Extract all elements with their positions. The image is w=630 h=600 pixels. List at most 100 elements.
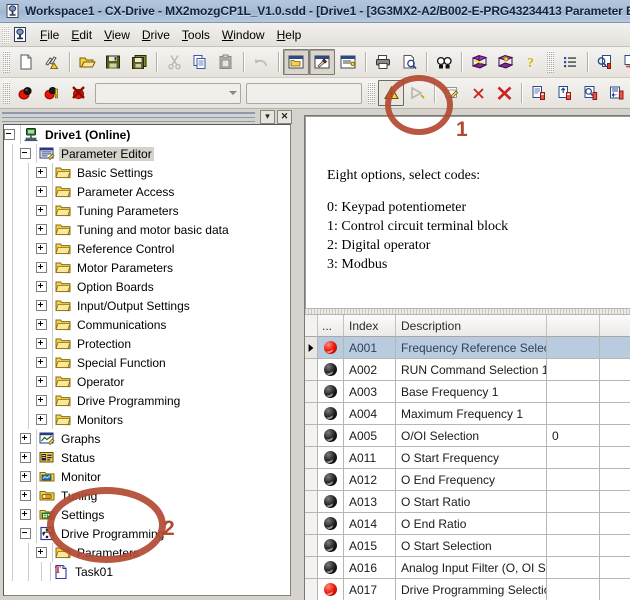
menu-item-view[interactable]: View xyxy=(98,26,136,44)
cell-index[interactable]: A004 xyxy=(344,403,396,425)
tree-node-operator[interactable]: Operator xyxy=(4,372,290,391)
cut-icon[interactable] xyxy=(161,49,187,75)
row-selector[interactable] xyxy=(305,513,318,535)
cell-extra[interactable] xyxy=(600,359,630,381)
print-icon[interactable] xyxy=(370,49,396,75)
tree-node-parameter-editor[interactable]: Parameter Editor xyxy=(4,144,290,163)
extra-toolbar-grip[interactable] xyxy=(547,51,554,73)
table-row[interactable]: A003Base Frequency 1 xyxy=(305,381,630,403)
cell-index[interactable]: A014 xyxy=(344,513,396,535)
dropdown-caption-button[interactable]: ▾ xyxy=(260,110,275,124)
table-row[interactable]: A001Frequency Reference Selection 1 xyxy=(305,337,630,359)
row-status-cell[interactable] xyxy=(318,513,344,535)
edit-row-icon[interactable] xyxy=(439,80,465,106)
row-status-cell[interactable] xyxy=(318,447,344,469)
expand-icon[interactable] xyxy=(36,414,47,425)
cell-value[interactable] xyxy=(547,359,600,381)
row-status-cell[interactable] xyxy=(318,557,344,579)
save-icon[interactable] xyxy=(100,49,126,75)
cell-extra[interactable] xyxy=(600,513,630,535)
grid-splitter[interactable] xyxy=(305,308,630,315)
undo-icon[interactable] xyxy=(248,49,274,75)
cell-description[interactable]: O Start Ratio xyxy=(396,491,547,513)
row-status-cell[interactable] xyxy=(318,535,344,557)
cell-extra[interactable] xyxy=(600,557,630,579)
cell-extra[interactable] xyxy=(600,491,630,513)
row-status-cell[interactable] xyxy=(318,491,344,513)
cell-description[interactable]: O Start Frequency xyxy=(396,447,547,469)
menu-item-help[interactable]: Help xyxy=(271,26,308,44)
disconnect-icon[interactable] xyxy=(39,80,65,106)
collapse-icon[interactable] xyxy=(20,148,31,159)
table-row[interactable]: A016Analog Input Filter (O, OI Sampling) xyxy=(305,557,630,579)
collapse-icon[interactable] xyxy=(4,129,15,140)
compare-parameters-icon[interactable] xyxy=(592,49,618,75)
expand-icon[interactable] xyxy=(36,205,47,216)
cell-description[interactable]: O/OI Selection xyxy=(396,425,547,447)
tree-node-parameter-access[interactable]: Parameter Access xyxy=(4,182,290,201)
tree-node-graphs[interactable]: Graphs xyxy=(4,429,290,448)
drive-book-icon[interactable] xyxy=(492,49,518,75)
parameter-wizard-icon[interactable] xyxy=(335,49,361,75)
tree-node-settings[interactable]: Settings xyxy=(4,505,290,524)
row-selector[interactable] xyxy=(305,535,318,557)
cell-value[interactable] xyxy=(547,447,600,469)
close-caption-button[interactable]: ✕ xyxy=(277,110,292,124)
tree-node-monitors[interactable]: Monitors xyxy=(4,410,290,429)
cell-value[interactable] xyxy=(547,535,600,557)
tree-node-monitor[interactable]: Monitor xyxy=(4,467,290,486)
cell-value[interactable] xyxy=(547,491,600,513)
menu-item-edit[interactable]: Edit xyxy=(65,26,98,44)
alarm-group-grip[interactable] xyxy=(368,82,375,104)
tree-node-motor-parameters[interactable]: Motor Parameters xyxy=(4,258,290,277)
menu-item-tools[interactable]: Tools xyxy=(176,26,216,44)
table-row[interactable]: A013O Start Ratio xyxy=(305,491,630,513)
cell-index[interactable]: A012 xyxy=(344,469,396,491)
table-row[interactable]: A014O End Ratio xyxy=(305,513,630,535)
cell-index[interactable]: A015 xyxy=(344,535,396,557)
expand-icon[interactable] xyxy=(36,243,47,254)
row-selector[interactable] xyxy=(305,381,318,403)
cell-extra[interactable] xyxy=(600,469,630,491)
delete-small-icon[interactable] xyxy=(465,80,491,106)
cell-value[interactable] xyxy=(547,513,600,535)
download-to-drive-icon[interactable] xyxy=(526,80,552,106)
cell-extra[interactable] xyxy=(600,425,630,447)
import-icon[interactable] xyxy=(604,80,630,106)
expand-icon[interactable] xyxy=(36,547,47,558)
expand-icon[interactable] xyxy=(36,262,47,273)
cell-description[interactable]: RUN Command Selection 1 xyxy=(396,359,547,381)
row-status-cell[interactable] xyxy=(318,337,344,359)
print-preview-icon[interactable] xyxy=(396,49,422,75)
cell-description[interactable]: O End Frequency xyxy=(396,469,547,491)
drive-combo[interactable] xyxy=(95,83,241,104)
table-row[interactable]: A005O/OI Selection0 xyxy=(305,425,630,447)
connect-icon[interactable] xyxy=(13,80,39,106)
row-selector[interactable] xyxy=(305,557,318,579)
expand-icon[interactable] xyxy=(20,452,31,463)
cancel-connection-icon[interactable] xyxy=(65,80,91,106)
cell-index[interactable]: A016 xyxy=(344,557,396,579)
cell-index[interactable]: A001 xyxy=(344,337,396,359)
alarm-warning-icon[interactable] xyxy=(378,80,404,106)
cell-description[interactable]: Analog Input Filter (O, OI Sampling) xyxy=(396,557,547,579)
cell-description[interactable]: Base Frequency 1 xyxy=(396,381,547,403)
drive-toolbar-grip[interactable] xyxy=(3,82,10,104)
tree-node-input-output-settings[interactable]: Input/Output Settings xyxy=(4,296,290,315)
expand-icon[interactable] xyxy=(36,376,47,387)
project-tree[interactable]: Drive1 (Online)Parameter EditorBasic Set… xyxy=(3,124,291,596)
compare-drive-icon[interactable] xyxy=(578,80,604,106)
table-row[interactable]: A002RUN Command Selection 1 xyxy=(305,359,630,381)
expand-icon[interactable] xyxy=(36,338,47,349)
menu-item-file[interactable]: File xyxy=(34,26,65,44)
row-selector[interactable] xyxy=(305,491,318,513)
cell-description[interactable]: O Start Selection xyxy=(396,535,547,557)
cell-extra[interactable] xyxy=(600,535,630,557)
row-status-cell[interactable] xyxy=(318,469,344,491)
cell-value[interactable]: 0 xyxy=(547,425,600,447)
row-selector[interactable] xyxy=(305,337,318,359)
save-all-icon[interactable] xyxy=(126,49,152,75)
expand-icon[interactable] xyxy=(36,224,47,235)
expand-icon[interactable] xyxy=(36,357,47,368)
table-row[interactable]: A012O End Frequency xyxy=(305,469,630,491)
